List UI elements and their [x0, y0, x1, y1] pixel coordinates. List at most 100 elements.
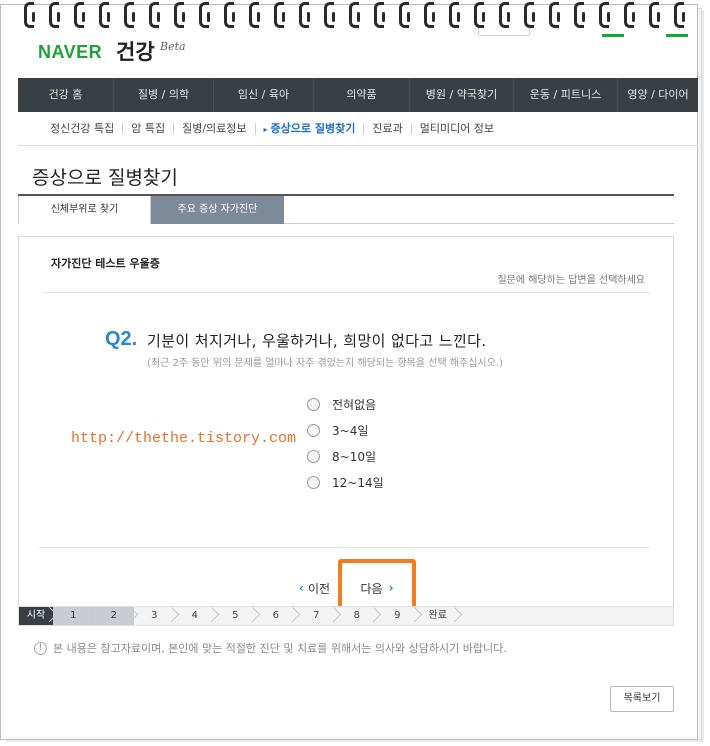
info-icon: !: [34, 641, 47, 655]
question-number: Q2.: [105, 328, 138, 350]
spiral-ring: [393, 0, 418, 28]
page-title: 증상으로 질병찾기: [32, 167, 178, 189]
spiral-ring: [518, 0, 543, 28]
spiral-ring: [143, 0, 168, 28]
sub-navigation: 정신건강 특집 암 특집 질병/의료정보 ▸ 증상으로 질병찾기 진료과 멀티미디…: [18, 112, 698, 146]
naver-logo[interactable]: NAVER: [38, 42, 102, 63]
option-label: 전혀없음: [332, 397, 377, 412]
spiral-ring: [568, 0, 593, 28]
list-button[interactable]: 목록보기: [610, 686, 674, 712]
prev-button[interactable]: ‹ 이전: [299, 580, 330, 597]
spiral-ring: [93, 0, 118, 28]
caret-right-icon: ▸: [263, 124, 268, 134]
prev-label: 이전: [307, 581, 331, 596]
lnb-item-mental[interactable]: 정신건강 특집: [50, 123, 122, 134]
progress-step: 3: [134, 607, 175, 625]
spiral-ring: [68, 0, 93, 28]
radio-button[interactable]: [307, 449, 320, 463]
spiral-ring: [443, 0, 468, 28]
lnb-item-symptom[interactable]: ▸ 증상으로 질병찾기: [254, 121, 364, 135]
radio-button[interactable]: [307, 423, 320, 437]
progress-step: 1: [53, 607, 94, 625]
gnb-item-hospital[interactable]: 병원 / 약국찾기: [410, 78, 514, 112]
option-label: 8~10일: [332, 449, 376, 464]
gnb-label: 건강 홈: [48, 88, 83, 101]
answer-option[interactable]: 8~10일: [307, 443, 384, 469]
spiral-ring: [668, 0, 693, 28]
gnb-label: 질병 / 의학: [137, 88, 190, 101]
spiral-ring: [493, 0, 518, 28]
question-subtext: (최근 2주 동안 위의 문제를 얼마나 자주 겪었는지 해당되는 항목을 선택…: [147, 358, 503, 369]
gnb-label: 병원 / 약국찾기: [425, 88, 498, 101]
spiral-ring: [118, 0, 143, 28]
progress-step: 8: [337, 607, 378, 625]
header-accent: [602, 34, 624, 37]
spiral-ring: [368, 0, 393, 28]
gnb-item-home[interactable]: 건강 홈: [18, 78, 114, 112]
gnb-label: 운동 / 피트니스: [529, 88, 602, 101]
spiral-ring: [318, 0, 343, 28]
spiral-ring: [343, 0, 368, 28]
main-navigation: 건강 홈 질병 / 의학 임신 / 육아 의약품 병원 / 약국찾기 운동 / …: [18, 78, 698, 112]
disclaimer: ! 본 내용은 참고자료이며, 본인에 맞는 적절한 진단 및 치료를 위해서는…: [34, 640, 507, 656]
progress-step-complete: 완료: [418, 607, 459, 625]
divider: [43, 292, 651, 293]
progress-step: 5: [215, 607, 256, 625]
tab-self-diagnosis[interactable]: 주요 증상 자가진단: [151, 196, 284, 224]
spiral-ring: [418, 0, 443, 28]
lnb-item-department[interactable]: 진료과: [363, 123, 410, 134]
beta-label: Beta: [160, 40, 186, 53]
spiral-ring: [593, 0, 618, 28]
diagnosis-panel: 자가진단 테스트 우울증 질문에 해당하는 답변을 선택하세요 Q2. 기분이 …: [18, 236, 674, 626]
lnb-item-cancer[interactable]: 암 특집: [122, 123, 173, 134]
site-header: NAVER 건강 Beta: [18, 24, 698, 74]
gnb-item-nutrition[interactable]: 영양 / 다이어: [618, 78, 698, 112]
spiral-binding: [18, 0, 698, 28]
spiral-ring: [293, 0, 318, 28]
spiral-ring: [43, 0, 68, 28]
gnb-item-fitness[interactable]: 운동 / 피트니스: [514, 78, 618, 112]
spiral-ring: [168, 0, 193, 28]
option-label: 12~14일: [332, 475, 384, 490]
disclaimer-text: 본 내용은 참고자료이며, 본인에 맞는 적절한 진단 및 치료를 위해서는 의…: [53, 642, 507, 655]
spiral-ring: [618, 0, 643, 28]
subtabs: 신체부위로 찾기 주요 증상 자가진단: [18, 196, 674, 224]
option-label: 3~4일: [332, 423, 369, 438]
panel-title: 자가진단 테스트 우울증: [51, 257, 160, 270]
header-accent: [666, 34, 688, 37]
radio-button[interactable]: [307, 475, 320, 489]
next-label: 다음: [360, 581, 383, 596]
chevron-right-icon: ›: [388, 581, 394, 595]
progress-bar: 시작 1 2 3 4 5 6 7 8 9 완료: [18, 606, 674, 626]
gnb-label: 영양 / 다이어: [627, 88, 689, 101]
spiral-ring: [268, 0, 293, 28]
spiral-ring: [643, 0, 668, 28]
service-logo[interactable]: 건강: [116, 36, 155, 66]
answer-option[interactable]: 12~14일: [307, 469, 384, 495]
lnb-item-medical-info[interactable]: 질병/의료정보: [173, 123, 254, 134]
chevron-left-icon: ‹: [299, 581, 304, 595]
gnb-label: 임신 / 육아: [237, 88, 290, 101]
lnb-label: 증상으로 질병찾기: [270, 121, 356, 135]
question-text: 기분이 처지거나, 우울하거나, 희망이 없다고 느낀다.: [147, 332, 487, 350]
spiral-ring: [193, 0, 218, 28]
progress-step: 6: [256, 607, 297, 625]
progress-step: 2: [93, 607, 134, 625]
answer-option[interactable]: 전혀없음: [307, 391, 384, 417]
gnb-item-disease[interactable]: 질병 / 의학: [114, 78, 214, 112]
lnb-item-multimedia[interactable]: 멀티미디어 정보: [410, 123, 502, 134]
spiral-ring: [18, 0, 43, 28]
answer-option[interactable]: 3~4일: [307, 417, 384, 443]
spiral-ring: [468, 0, 493, 28]
divider: [39, 547, 651, 548]
gnb-item-medicine[interactable]: 의약품: [314, 78, 410, 112]
spiral-ring: [543, 0, 568, 28]
spiral-ring: [218, 0, 243, 28]
progress-step: 7: [296, 607, 337, 625]
progress-step-start: 시작: [19, 607, 53, 625]
gnb-item-pregnancy[interactable]: 임신 / 육아: [214, 78, 314, 112]
panel-hint: 질문에 해당하는 답변을 선택하세요: [497, 275, 645, 286]
tab-body-part[interactable]: 신체부위로 찾기: [18, 196, 151, 224]
radio-button[interactable]: [307, 397, 320, 411]
progress-step: 4: [175, 607, 216, 625]
